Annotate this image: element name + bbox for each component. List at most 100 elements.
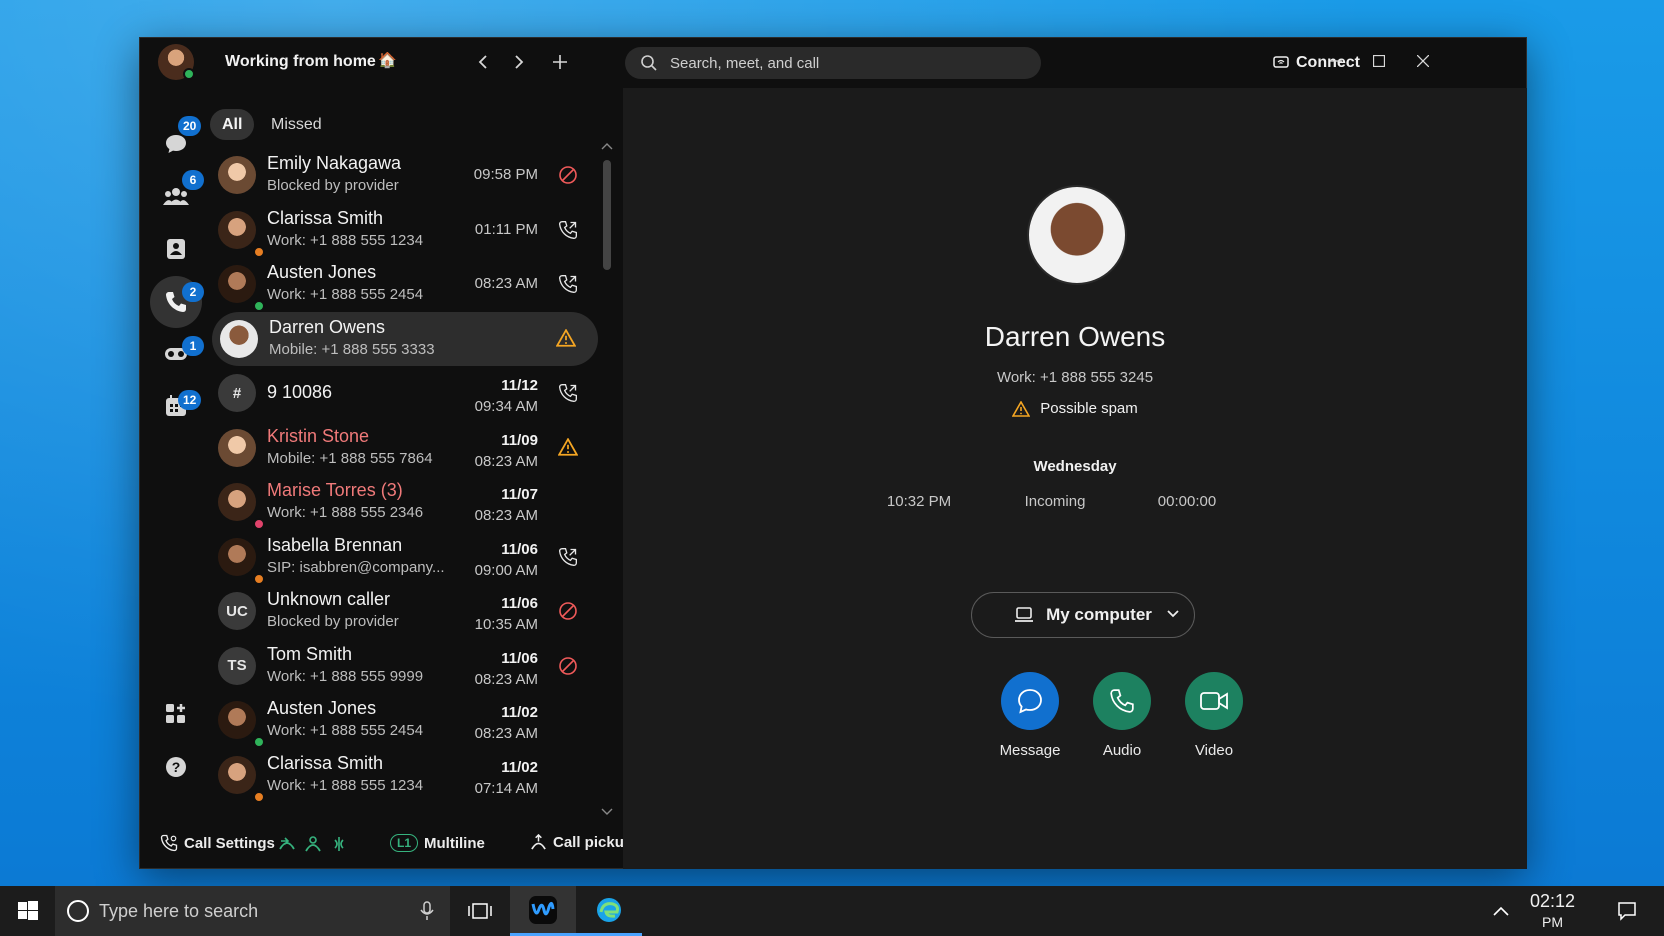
contact-name: Darren Owens — [984, 321, 1166, 352]
notifications-icon[interactable] — [1617, 901, 1637, 921]
chat-icon — [1018, 689, 1042, 714]
caller-avatar — [218, 483, 265, 530]
forward-button[interactable] — [504, 48, 532, 76]
audio-call-button[interactable] — [1093, 672, 1151, 730]
call-list-scrollbar[interactable] — [601, 138, 613, 821]
calling-footer: Call Settings L1 Multiline Call pickup — [140, 822, 633, 870]
caller-name: Unknown caller — [267, 589, 391, 609]
contact-phone[interactable]: Work: +1 888 555 3245 — [623, 369, 1527, 386]
scroll-up-icon[interactable] — [601, 142, 613, 150]
call-history-row[interactable]: Austen Jones Work: +1 888 555 2454 11/02 08… — [210, 693, 600, 748]
filter-missed[interactable]: Missed — [259, 109, 334, 140]
caller-avatar — [218, 537, 265, 585]
blocked-icon — [558, 165, 578, 185]
video-call-button[interactable] — [1185, 672, 1243, 730]
contact-detail-panel: Darren Owens Work: +1 888 555 3245 Possi… — [623, 88, 1527, 869]
clock-date: PM — [1542, 914, 1564, 930]
call-history-row[interactable]: Kristin Stone Mobile: +1 888 555 7864 11/0… — [210, 421, 600, 475]
message-button[interactable] — [1001, 672, 1059, 730]
call-history-row[interactable]: #9 10086 11/12 09:34 AM — [210, 366, 600, 420]
windows-logo-icon — [17, 901, 38, 920]
video-action[interactable]: Video — [1169, 672, 1259, 759]
message-label: Message — [999, 742, 1061, 759]
call-history-row[interactable]: Clarissa Smith Work: +1 888 555 1234 11/02… — [210, 748, 600, 803]
back-button[interactable] — [470, 48, 498, 76]
search-input[interactable] — [670, 47, 1025, 79]
call-history-row[interactable]: Emily Nakagawa Blocked by provider 09:58 P… — [210, 148, 600, 202]
callback-icon[interactable] — [558, 383, 578, 403]
call-history-row[interactable]: Marise Torres (3) Work: +1 888 555 2346 11… — [210, 475, 600, 530]
status-message[interactable]: Working from home — [225, 53, 376, 71]
my-avatar[interactable] — [158, 44, 195, 80]
callback-icon[interactable] — [558, 220, 578, 240]
device-selector[interactable]: My computer — [971, 592, 1195, 638]
scroll-down-icon[interactable] — [601, 808, 613, 816]
chevron-right-icon — [515, 55, 524, 69]
calls-badge: 2 — [182, 282, 204, 302]
call-direction: Incoming — [1024, 493, 1086, 510]
call-history-row[interactable]: Darren Owens Mobile: +1 888 555 3333 — [212, 311, 598, 366]
voicemail-badge: 1 — [182, 336, 204, 356]
show-hidden-icons-icon[interactable] — [1493, 906, 1509, 916]
caller-name: Darren Owens — [269, 316, 386, 337]
minimize-button[interactable] — [1321, 48, 1351, 78]
close-icon — [1416, 54, 1430, 68]
search-bar[interactable] — [625, 47, 1041, 79]
call-history-row[interactable]: Austen Jones Work: +1 888 555 2454 08:23 A… — [210, 257, 600, 312]
my-presence-indicator — [183, 68, 195, 80]
phone-icon — [1110, 689, 1134, 713]
edge-taskbar-button[interactable] — [576, 886, 642, 936]
taskbar-clock[interactable]: 02:12 PM — [1530, 891, 1575, 930]
taskbar-search[interactable] — [55, 886, 450, 936]
webex-logo-icon — [529, 895, 557, 924]
message-action[interactable]: Message — [985, 672, 1075, 759]
caller-presence-indicator — [253, 790, 265, 803]
callback-icon[interactable] — [558, 547, 578, 567]
close-button[interactable] — [1408, 48, 1438, 78]
taskbar-search-input[interactable] — [99, 886, 399, 936]
caller-avatar — [218, 265, 265, 312]
single-number-reach-icon[interactable] — [304, 835, 322, 853]
rail-item-help[interactable]: ? — [150, 741, 202, 793]
caller-presence-indicator — [253, 245, 265, 258]
maximize-button[interactable] — [1364, 48, 1394, 78]
call-history-row[interactable]: TS Tom Smith Work: +1 888 555 9999 11/06 08:… — [210, 639, 600, 693]
start-button[interactable] — [0, 886, 55, 936]
call-history-row[interactable]: Isabella Brennan SIP: isabbren@company...… — [210, 530, 600, 585]
rail-item-voicemail[interactable]: 1 — [150, 328, 204, 380]
caller-name: Austen Jones — [267, 262, 377, 282]
task-view-button[interactable] — [450, 886, 510, 936]
new-button[interactable] — [546, 48, 574, 76]
callback-icon[interactable] — [558, 274, 578, 294]
call-history-row[interactable]: UC Unknown caller Blocked by provider 11/06… — [210, 584, 600, 638]
audio-action[interactable]: Audio — [1077, 672, 1167, 759]
rail-item-messaging[interactable]: 20 — [150, 116, 202, 170]
rail-item-teams[interactable]: 6 — [150, 170, 204, 222]
multiline-button[interactable]: L1 Multiline — [390, 834, 485, 852]
caller-number: Blocked by provider — [267, 613, 399, 630]
chat-bubble-icon — [166, 135, 186, 153]
rail-item-apps[interactable] — [150, 688, 202, 740]
caller-avatar — [218, 156, 256, 194]
rail-item-calling[interactable]: 2 — [150, 276, 204, 328]
filter-all[interactable]: All — [210, 109, 255, 140]
call-history-row[interactable]: Clarissa Smith Work: +1 888 555 1234 01:11… — [210, 203, 600, 258]
call-duration: 00:00:00 — [1157, 493, 1217, 510]
webex-taskbar-button[interactable] — [510, 886, 576, 936]
rail-item-meetings[interactable]: 12 — [150, 380, 202, 432]
rail-item-contacts[interactable] — [150, 223, 202, 275]
call-forward-icon[interactable] — [278, 835, 296, 853]
microphone-icon[interactable] — [420, 901, 434, 921]
call-time: 09:00 AM — [474, 561, 538, 579]
caller-name: Clarissa Smith — [267, 207, 384, 228]
scroll-thumb[interactable] — [603, 160, 611, 270]
call-settings-button[interactable]: Call Settings — [160, 834, 275, 852]
call-pickup-button[interactable]: Call pickup — [530, 834, 633, 851]
chevron-left-icon — [478, 55, 487, 69]
do-not-disturb-call-icon[interactable] — [330, 835, 348, 853]
call-time: 09:34 AM — [474, 398, 538, 415]
call-history-panel: All Missed Emily Nakagawa Blocked by prov… — [210, 88, 642, 822]
caller-name: Kristin Stone — [267, 425, 370, 446]
caller-avatar: TS — [218, 646, 256, 685]
warning-icon — [557, 436, 579, 458]
